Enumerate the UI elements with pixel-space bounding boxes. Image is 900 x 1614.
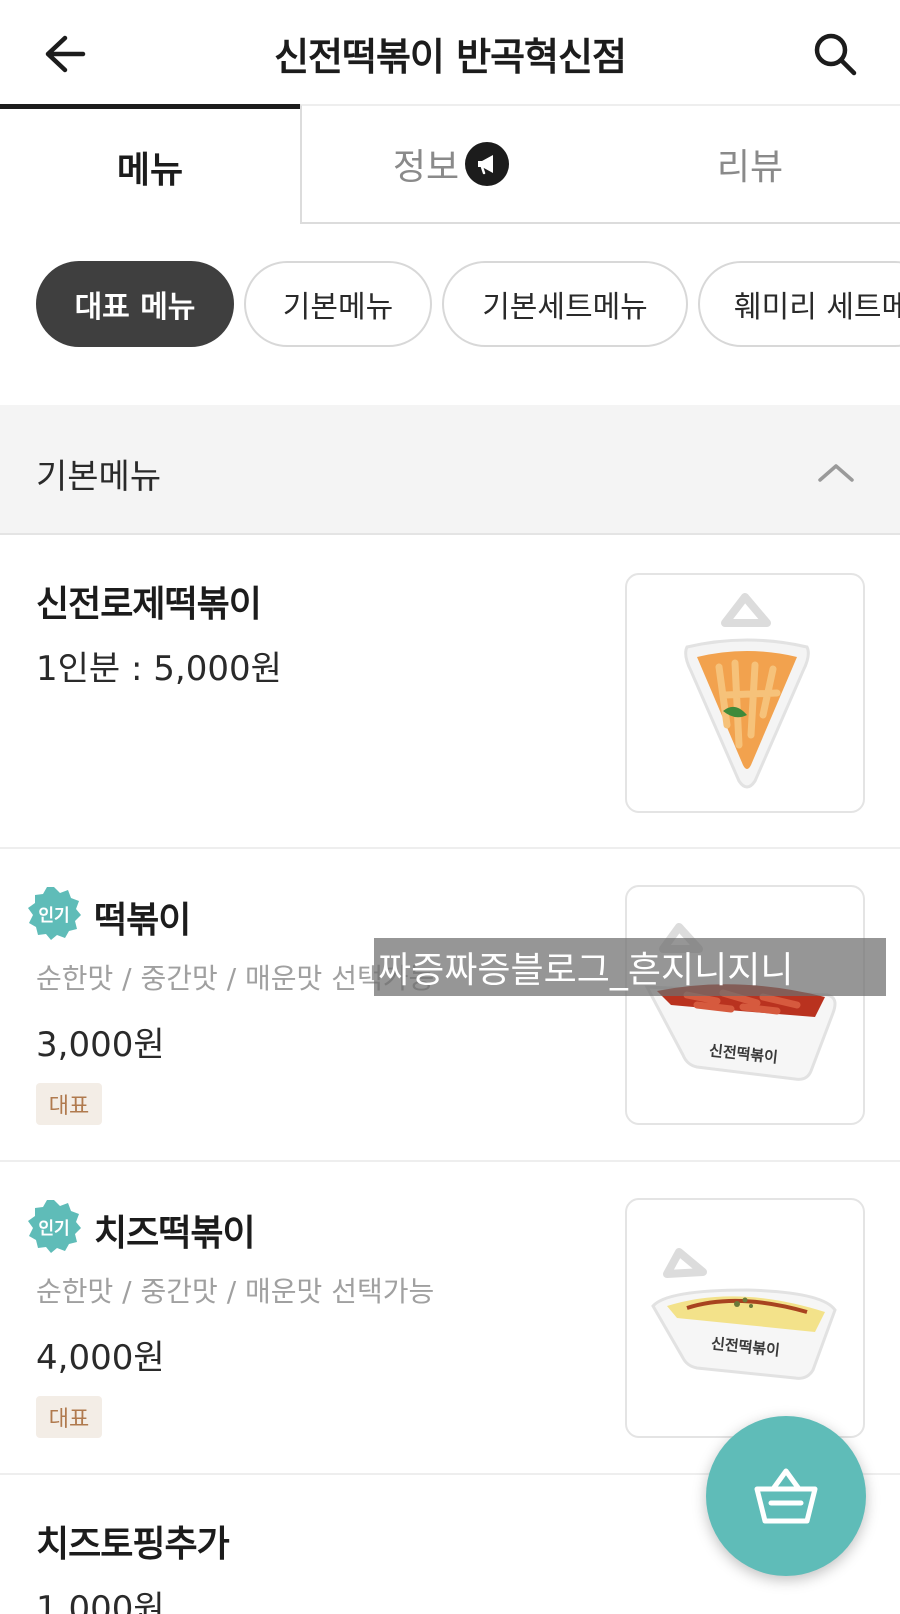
section-header-basic-menu[interactable]: 기본메뉴	[0, 405, 900, 535]
tteokbokki-image	[644, 923, 837, 1081]
item-name: 떡볶이	[94, 900, 191, 941]
item-price: 4,000원	[36, 1338, 165, 1378]
page-title: 신전떡볶이 반곡혁신점	[274, 35, 627, 79]
back-button[interactable]	[30, 24, 100, 84]
store-tabs: 메뉴 정보 리뷰	[0, 104, 900, 224]
megaphone-icon	[465, 142, 510, 186]
chip-signature-menu[interactable]: 대표 메뉴	[36, 261, 234, 347]
basket-icon	[754, 1468, 818, 1524]
back-arrow-icon	[45, 35, 86, 73]
item-image	[625, 573, 865, 813]
item-name: 치즈토핑추가	[36, 1524, 230, 1565]
item-image: 신전떡볶이	[625, 885, 865, 1125]
signature-badge: 대표	[36, 1083, 102, 1125]
blog-watermark: 짜증짜증블로그_흔지니지니	[374, 938, 886, 996]
popular-badge-label: 인기	[38, 1218, 70, 1239]
popular-badge: 인기	[26, 1198, 82, 1254]
item-name: 신전로제떡볶이	[36, 584, 262, 625]
chip-family-set-menu[interactable]: 훼미리 세트메뉴	[698, 261, 900, 347]
item-name: 치즈떡볶이	[94, 1213, 256, 1254]
item-price: 1인분 : 5,000원	[36, 649, 282, 689]
chip-label: 기본메뉴	[282, 290, 394, 325]
chip-label: 훼미리 세트메뉴	[734, 290, 900, 325]
search-button[interactable]	[800, 24, 870, 84]
item-description: 순한맛 / 중간맛 / 매운맛 선택가능	[36, 1275, 435, 1308]
item-price: 1,000원	[36, 1589, 165, 1614]
tab-menu[interactable]: 메뉴	[0, 104, 300, 224]
cart-button[interactable]	[706, 1416, 866, 1576]
popular-badge: 인기	[26, 885, 82, 941]
chip-label: 대표 메뉴	[74, 290, 196, 325]
search-icon	[814, 33, 857, 76]
tab-review[interactable]: 리뷰	[600, 104, 900, 224]
signature-badge: 대표	[36, 1396, 102, 1438]
chevron-up-icon[interactable]	[816, 452, 856, 492]
tab-info[interactable]: 정보	[300, 104, 600, 224]
top-bar: 신전떡볶이 반곡혁신점	[0, 0, 900, 106]
item-price: 3,000원	[36, 1025, 165, 1065]
tab-review-label: 리뷰	[716, 147, 784, 188]
tab-menu-label: 메뉴	[116, 149, 184, 191]
section-title: 기본메뉴	[36, 457, 162, 497]
popular-badge-label: 인기	[38, 905, 70, 926]
tab-info-label: 정보	[392, 147, 460, 188]
menu-item[interactable]: 신전로제떡볶이 1인분 : 5,000원	[0, 537, 900, 849]
rose-tteokbokki-image	[684, 593, 810, 789]
chip-basic-menu[interactable]: 기본메뉴	[244, 261, 432, 347]
menu-item[interactable]: 인기 떡볶이 순한맛 / 중간맛 / 매운맛 선택가능 3,000원 대표 신전…	[0, 849, 900, 1162]
chip-label: 기본세트메뉴	[482, 290, 648, 325]
item-image: 신전떡볶이	[625, 1198, 865, 1438]
chip-basic-set-menu[interactable]: 기본세트메뉴	[442, 261, 688, 347]
cheese-tteokbokki-image	[651, 1248, 837, 1380]
